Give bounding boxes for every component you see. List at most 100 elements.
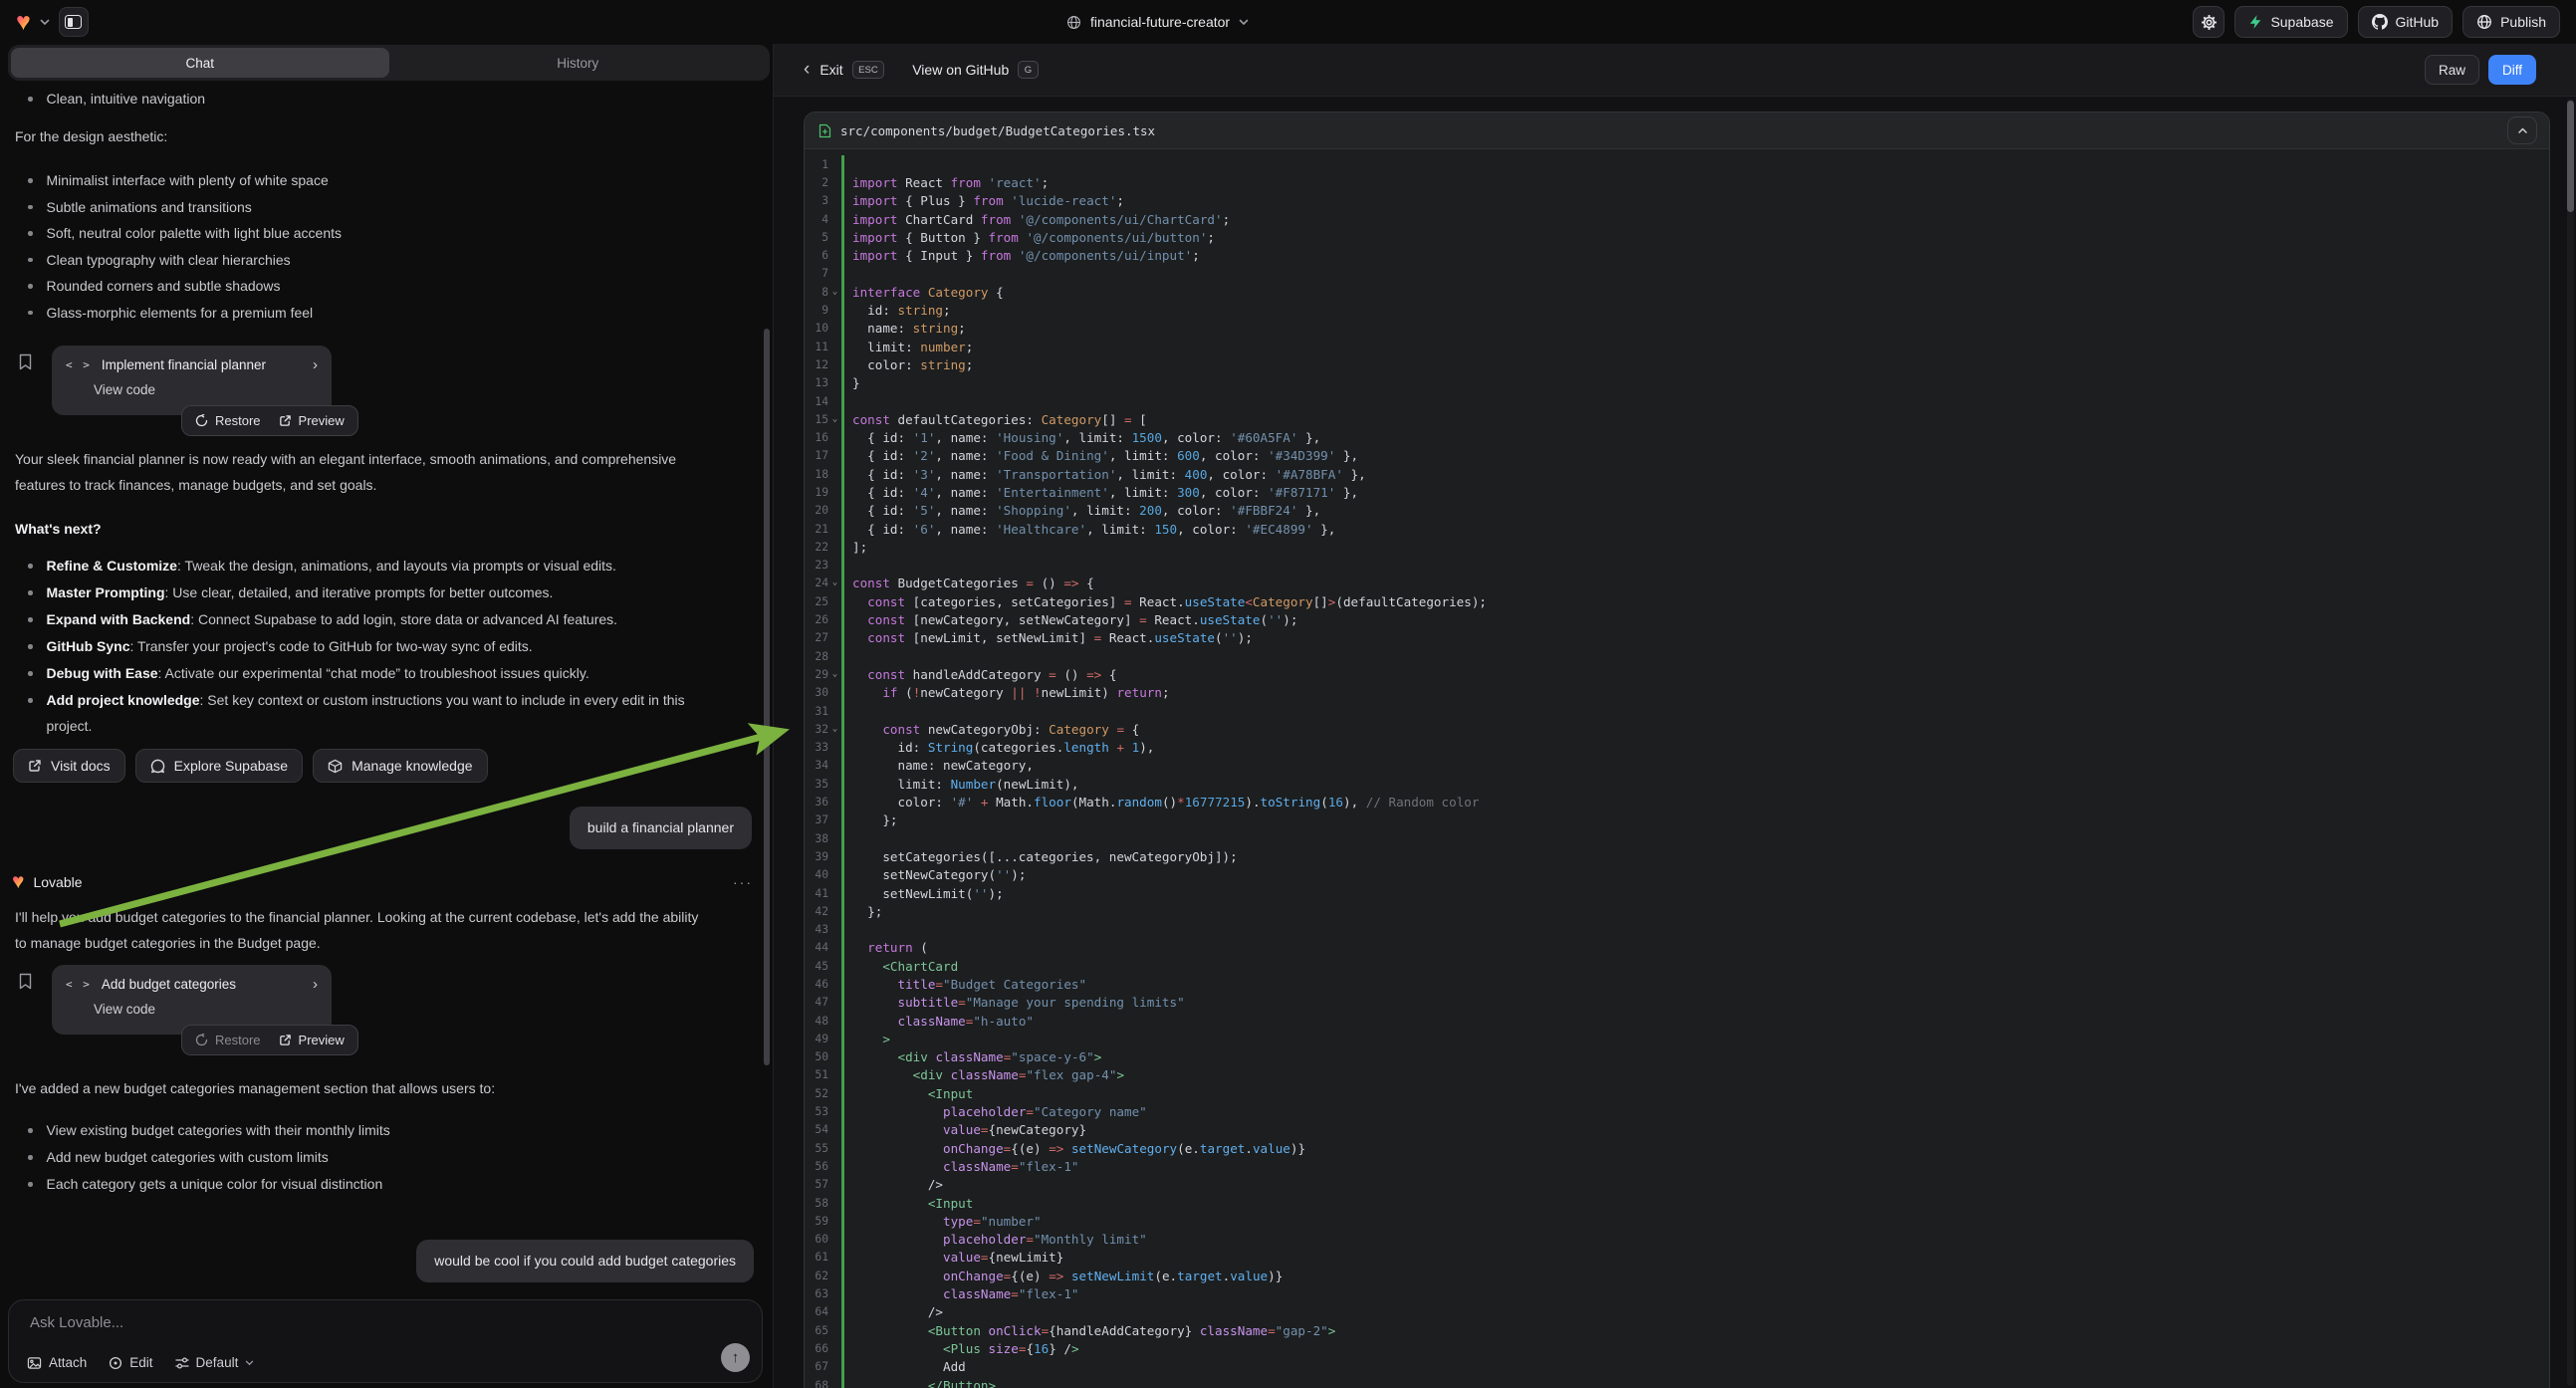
chat-scrollbar-thumb[interactable] (764, 329, 770, 1065)
edit-button[interactable]: Edit (109, 1355, 152, 1370)
file-header[interactable]: src/components/budget/BudgetCategories.t… (805, 113, 2549, 149)
raw-toggle-button[interactable]: Raw (2425, 55, 2479, 85)
manage-knowledge-button[interactable]: Manage knowledge (313, 749, 487, 783)
code-line: 51 <div className="flex gap-4"> (805, 1066, 2549, 1084)
line-number: 42 (805, 905, 828, 918)
view-code-link[interactable]: View code (94, 1002, 318, 1017)
fold-chevron-icon[interactable]: ⌄ (828, 725, 841, 734)
bullet-dot (28, 1155, 33, 1160)
exit-button[interactable]: Exit (820, 62, 842, 78)
restore-button[interactable]: Restore (195, 1033, 261, 1047)
diff-toggle-button[interactable]: Diff (2488, 55, 2536, 85)
line-number: 34 (805, 759, 828, 772)
chevron-right-icon[interactable]: › (313, 356, 318, 373)
view-code-link[interactable]: View code (94, 382, 318, 397)
line-number: 61 (805, 1251, 828, 1264)
collapse-file-button[interactable] (2507, 116, 2537, 144)
code-line-text: limit: Number(newLimit), (852, 777, 1078, 792)
code-line-text: interface Category { (852, 285, 1004, 300)
mode-selector[interactable]: Default (175, 1355, 255, 1370)
chevron-right-icon[interactable]: › (313, 976, 318, 993)
explore-supabase-button[interactable]: Explore Supabase (135, 749, 303, 783)
code-line-text: const newCategoryObj: Category = { (852, 722, 1139, 737)
sidebar-toggle-button[interactable] (59, 7, 89, 37)
code-line: 60 placeholder="Monthly limit" (805, 1231, 2549, 1249)
code-line: 22]; (805, 538, 2549, 556)
diff-added-bar (841, 155, 844, 173)
code-line: 1 (805, 155, 2549, 173)
line-number: 45 (805, 960, 828, 973)
chevron-left-icon[interactable]: ‹ (804, 59, 810, 81)
fold-chevron-icon[interactable]: ⌄ (828, 670, 841, 679)
visit-docs-button[interactable]: Visit docs (13, 749, 125, 783)
code-scrollbar-thumb[interactable] (2567, 101, 2574, 212)
code-line: 23 (805, 557, 2549, 575)
fold-chevron-icon[interactable]: ⌄ (828, 288, 841, 297)
bookmark-icon[interactable] (18, 973, 33, 990)
diff-added-bar (841, 1358, 844, 1376)
diff-added-bar (841, 1084, 844, 1102)
bookmark-icon[interactable] (18, 353, 33, 370)
line-number: 12 (805, 358, 828, 371)
view-mode-actions: Raw Diff (2425, 55, 2576, 85)
preview-button[interactable]: Preview (279, 413, 345, 428)
code-line-text: placeholder="Monthly limit" (852, 1232, 1147, 1247)
line-number: 3 (805, 194, 828, 207)
chevron-up-icon (2517, 127, 2528, 134)
lovable-avatar-heart-icon: ♥ (12, 871, 24, 892)
code-line-text: title="Budget Categories" (852, 977, 1086, 992)
line-number: 5 (805, 231, 828, 244)
line-number: 58 (805, 1197, 828, 1210)
settings-button[interactable] (2193, 6, 2225, 38)
code-scrollbar-track[interactable] (2567, 99, 2574, 1386)
chat-input-placeholder: Ask Lovable... (30, 1314, 123, 1331)
diff-added-bar (841, 1102, 844, 1120)
assistant-paragraph: Your sleek financial planner is now read… (15, 446, 712, 498)
code-line: 40 setNewCategory(''); (805, 866, 2549, 884)
fold-chevron-icon[interactable]: ⌄ (828, 415, 841, 424)
line-number: 33 (805, 741, 828, 754)
code-line: 3import { Plus } from 'lucide-react'; (805, 192, 2549, 210)
code-line: 2import React from 'react'; (805, 173, 2549, 191)
chevron-down-icon[interactable] (40, 19, 50, 26)
github-button[interactable]: GitHub (2358, 6, 2454, 38)
list-item: Refine & Customize: Tweak the design, an… (15, 553, 712, 579)
chat-input-box[interactable]: Ask Lovable... Attach Edit Default ↑ (8, 1299, 763, 1383)
diff-added-bar (841, 665, 844, 683)
list-item: Each category gets a unique color for vi… (15, 1171, 712, 1198)
code-line: 18 { id: '3', name: 'Transportation', li… (805, 465, 2549, 483)
publish-button[interactable]: Publish (2462, 6, 2560, 38)
fold-chevron-icon[interactable]: ⌄ (828, 578, 841, 587)
code-line-text: <div className="flex gap-4"> (852, 1067, 1124, 1082)
project-switcher[interactable]: financial-future-creator (1066, 0, 1249, 44)
assistant-name: Lovable (33, 874, 82, 890)
version-card-header: < > Add budget categories › (66, 976, 318, 993)
version-card-title: Implement financial planner (102, 357, 266, 372)
list-item: Add project knowledge: Set key context o… (15, 687, 712, 739)
code-line-text: placeholder="Category name" (852, 1104, 1147, 1119)
code-line-text: > (852, 1032, 890, 1046)
line-number: 60 (805, 1233, 828, 1246)
view-on-github-button[interactable]: View on GitHub (912, 62, 1009, 78)
preview-button[interactable]: Preview (279, 1033, 345, 1047)
restore-icon (195, 1034, 208, 1046)
code-line: 6import { Input } from '@/components/ui/… (805, 246, 2549, 264)
code-line: 43 (805, 920, 2549, 938)
code-line: 12 color: string; (805, 355, 2549, 373)
code-line: 56 className="flex-1" (805, 1157, 2549, 1175)
lovable-logo-heart-icon[interactable]: ♥ (16, 10, 31, 35)
send-button[interactable]: ↑ (721, 1343, 750, 1372)
supabase-button[interactable]: Supabase (2234, 6, 2347, 38)
tab-chat[interactable]: Chat (11, 48, 389, 78)
tab-history[interactable]: History (389, 48, 768, 78)
code-line: 46 title="Budget Categories" (805, 975, 2549, 993)
message-more-menu[interactable]: ··· (733, 874, 753, 890)
line-number: 25 (805, 595, 828, 608)
diff-added-bar (841, 228, 844, 246)
attach-button[interactable]: Attach (27, 1355, 87, 1370)
code-lines[interactable]: 12import React from 'react';3import { Pl… (805, 149, 2549, 1388)
diff-added-bar (841, 520, 844, 538)
user-message: build a financial planner (570, 807, 752, 849)
restore-button[interactable]: Restore (195, 413, 261, 428)
list-item: Expand with Backend: Connect Supabase to… (15, 606, 712, 633)
